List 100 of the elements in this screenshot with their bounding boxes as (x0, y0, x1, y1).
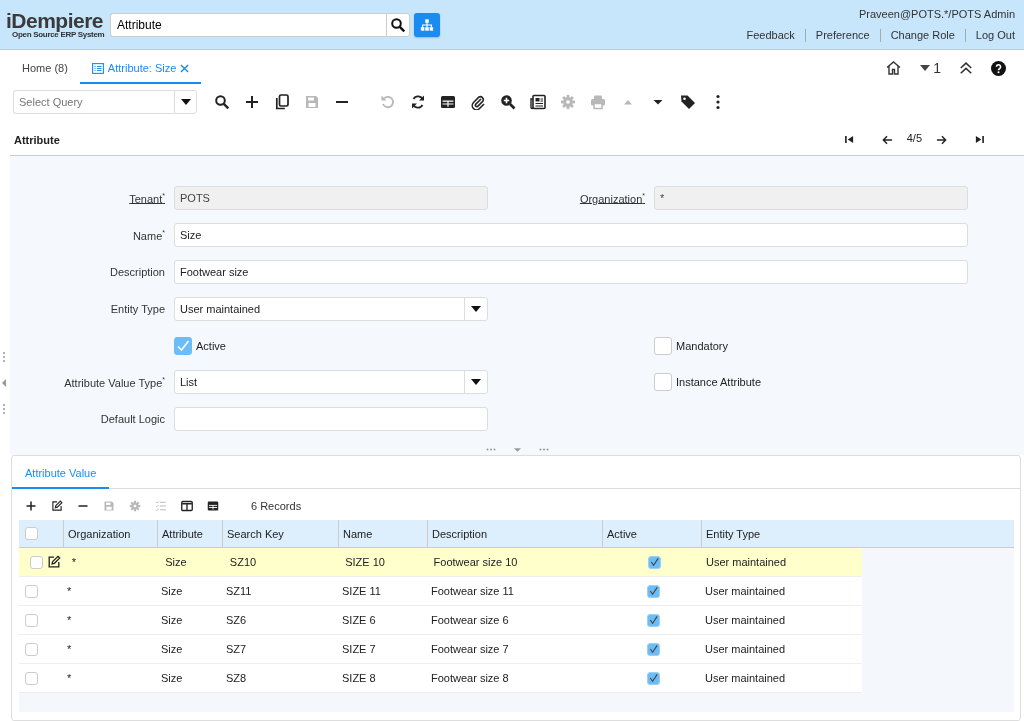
row-checkbox[interactable] (25, 642, 38, 656)
column-header[interactable]: Organization (63, 520, 157, 547)
field-label[interactable]: Tenant$^{*}$ (10, 191, 165, 205)
table-row[interactable]: * Size SZ10 SIZE 10 Footwear size 10 User maintained (19, 548, 862, 577)
caret-down-icon (471, 306, 481, 312)
checkbox[interactable] (654, 336, 672, 355)
table-row[interactable]: * Size SZ6 SIZE 6 Footwear size 6 User maintained (19, 606, 862, 635)
header-link[interactable]: Log Out (975, 29, 1015, 41)
splitter-handle-icon[interactable] (2, 403, 6, 415)
column-header[interactable]: Active (602, 520, 701, 547)
table-cell-text: Size (160, 671, 184, 686)
row-checkbox[interactable] (30, 555, 43, 569)
splitter-handle-icon[interactable] (538, 448, 549, 452)
app-logo: iDempiere (6, 11, 105, 31)
window-tab[interactable]: Home (8) (10, 62, 80, 84)
record-title: Attribute (14, 133, 60, 146)
field-label: Name$^{*}$ (131, 228, 165, 242)
table-icon[interactable] (440, 94, 456, 110)
table-row[interactable]: * Size SZ8 SIZE 8 Footwear size 8 User maintained (19, 664, 862, 693)
input-field[interactable]: Size (174, 223, 968, 247)
column-header[interactable]: Entity Type (701, 520, 862, 547)
column-header[interactable]: Description (427, 520, 602, 547)
first-record-icon[interactable] (844, 135, 854, 144)
search-field[interactable]: Attribute (110, 12, 386, 37)
checkbox[interactable] (654, 373, 672, 392)
table-row[interactable]: * Size SZ7 SIZE 7 Footwear size 7 User maintained (19, 635, 862, 664)
field-label[interactable]: Organization$^{*}$ (497, 191, 645, 205)
table-cell-text: Footwear size 7 (430, 642, 510, 657)
input-field[interactable]: Footwear size (174, 260, 968, 284)
search-button[interactable] (386, 12, 410, 37)
query-field[interactable]: Select Query (13, 90, 174, 114)
table-cell-text: SZ10 (228, 556, 258, 568)
list-icon (91, 62, 104, 74)
column-header[interactable]: Search Key (222, 520, 338, 547)
copy-icon[interactable] (274, 94, 290, 110)
table-cell-text: SZ8 (225, 671, 248, 686)
column-header[interactable]: Attribute (157, 520, 222, 547)
field-label: Description (108, 266, 165, 278)
zoom-in-icon[interactable] (500, 94, 516, 110)
logo-tagline: Open Source ERP System (12, 31, 106, 38)
detail-tab[interactable]: Attribute Value (12, 467, 110, 489)
table-cell-text: SIZE 6 (341, 613, 377, 628)
splitter-handle-icon[interactable] (2, 351, 6, 363)
window-count[interactable]: 1 (920, 60, 941, 76)
paperclip-icon[interactable] (470, 94, 486, 110)
refresh-icon[interactable] (410, 94, 426, 110)
field-label: Default Logic (99, 413, 165, 426)
table-cell-text: Footwear size 10 (432, 556, 519, 568)
table-cell-text: Footwear size 6 (430, 613, 510, 628)
checkbox[interactable] (174, 336, 192, 355)
search-icon (390, 16, 406, 33)
edit-icon[interactable] (51, 500, 63, 512)
table-cell-text: SIZE 8 (341, 671, 377, 686)
caret-down-icon (920, 65, 931, 71)
input-field[interactable]: * (654, 186, 968, 210)
header-link[interactable]: Change Role (890, 29, 955, 41)
search-icon[interactable] (214, 94, 230, 110)
table-cell-text: SZ11 (225, 584, 253, 599)
table-cell-text: SZ7 (225, 642, 248, 657)
input-field[interactable]: POTS (174, 186, 488, 210)
checkbox-label: Mandatory (676, 339, 728, 352)
row-checkbox[interactable] (25, 613, 38, 627)
dropdown-field[interactable]: List (174, 370, 488, 395)
column-header[interactable]: Name (338, 520, 427, 547)
newspaper-icon[interactable] (530, 94, 546, 110)
double-chevron-up-icon[interactable] (959, 61, 973, 75)
row-checkbox[interactable] (25, 584, 38, 598)
header-link[interactable]: Feedback (746, 29, 795, 41)
collapse-arrow-icon[interactable] (2, 379, 6, 387)
last-record-icon[interactable] (975, 135, 984, 144)
arrow-right-icon[interactable] (936, 134, 947, 145)
sitemap-icon (420, 17, 434, 32)
input-field[interactable] (174, 407, 488, 432)
row-checkbox[interactable] (25, 671, 38, 685)
plus-icon[interactable] (25, 500, 37, 512)
dropdown-field[interactable]: User maintained (174, 297, 488, 321)
splitter-handle-icon[interactable] (485, 448, 496, 452)
edit-icon[interactable] (47, 555, 61, 569)
table-cell-text: Size (160, 584, 184, 599)
table-cell-text: * (66, 584, 73, 599)
window-tab[interactable]: Attribute: Size (79, 62, 202, 84)
select-all-checkbox[interactable] (25, 527, 38, 540)
plus-icon[interactable] (244, 94, 260, 110)
arrow-left-icon[interactable] (881, 134, 893, 145)
tag-icon[interactable] (680, 94, 696, 110)
table-cell-text: User maintained (704, 671, 787, 686)
table-cell-text: SIZE 11 (341, 584, 382, 599)
table-icon[interactable] (207, 500, 219, 512)
dropdown-button[interactable] (174, 90, 197, 114)
table-cell-text: SIZE 7 (341, 642, 377, 657)
record-position: 4/5 (906, 132, 922, 144)
close-icon[interactable] (180, 63, 190, 73)
table-cell-text: Size (164, 556, 188, 568)
columns-icon[interactable] (181, 500, 193, 512)
table-cell-text: Size (160, 613, 184, 628)
caret-down-icon (180, 99, 191, 105)
table-row[interactable]: * Size SZ11 SIZE 11 Footwear size 11 User maintained (19, 577, 862, 606)
home-icon[interactable] (885, 60, 903, 76)
help-icon[interactable] (991, 60, 1006, 76)
header-link[interactable]: Preference (815, 29, 870, 41)
